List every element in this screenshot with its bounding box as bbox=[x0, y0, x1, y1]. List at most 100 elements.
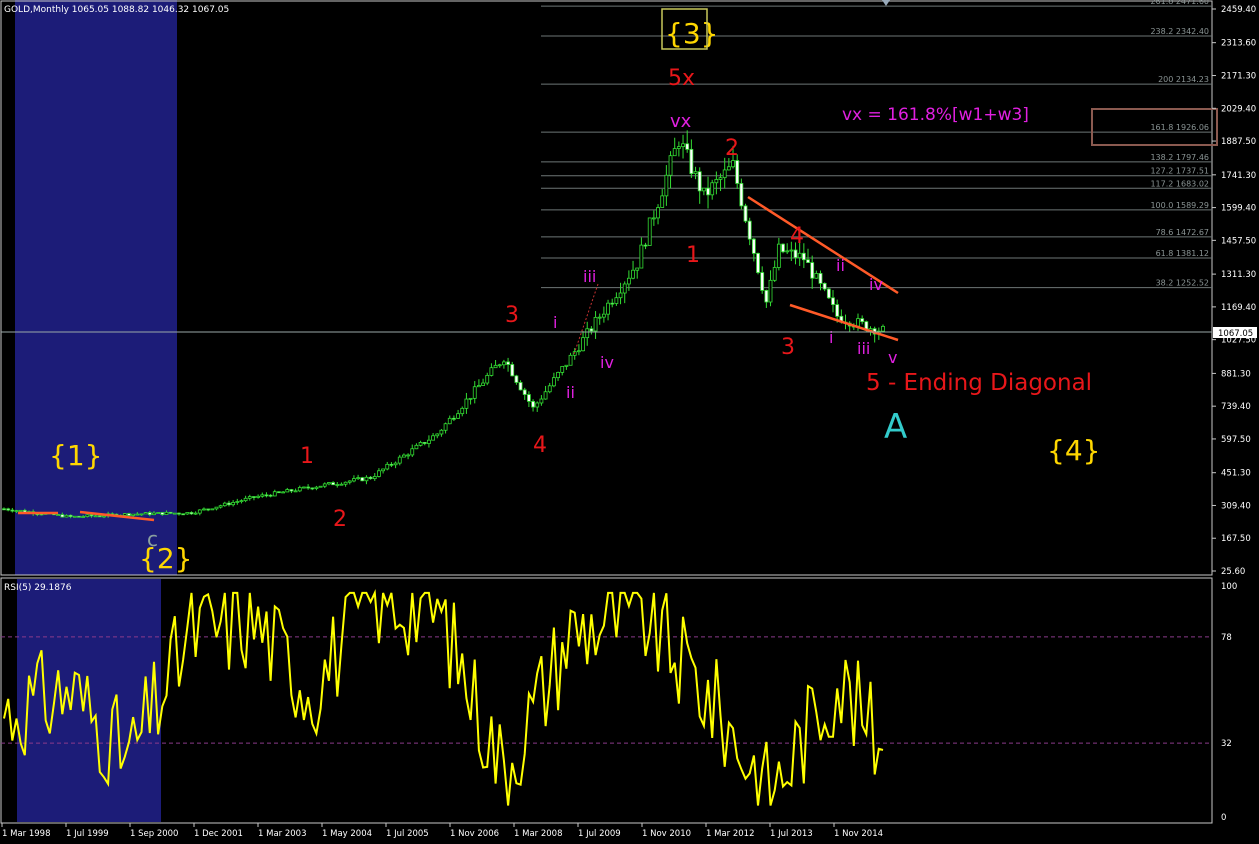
current-price-label: 1067.05 bbox=[1218, 329, 1253, 339]
candle-body bbox=[547, 385, 552, 393]
candle-body bbox=[93, 515, 98, 518]
candle-body bbox=[489, 367, 494, 376]
candle-body bbox=[493, 364, 498, 369]
wave-label: iv bbox=[600, 353, 614, 372]
candle-body bbox=[856, 318, 860, 327]
candle-body bbox=[352, 478, 356, 482]
candle-body bbox=[147, 512, 152, 516]
time-tick-label: 1 Jul 1999 bbox=[66, 829, 109, 839]
candle-body bbox=[172, 512, 177, 515]
candle-body bbox=[360, 477, 365, 482]
candle-body bbox=[185, 512, 190, 515]
candle-body bbox=[601, 313, 606, 318]
candle-body bbox=[197, 509, 202, 514]
candle-body bbox=[14, 510, 19, 512]
wave-label: iii bbox=[583, 267, 596, 286]
wave-label: 4 bbox=[533, 433, 547, 458]
candle-body bbox=[760, 272, 765, 291]
candle-body bbox=[331, 482, 336, 486]
candle-body bbox=[247, 496, 252, 499]
candle-body bbox=[535, 402, 540, 408]
candle-body bbox=[306, 486, 311, 489]
price-tick-label: 2313.60 bbox=[1221, 39, 1256, 49]
rsi-tick-label: 100 bbox=[1221, 582, 1237, 592]
time-tick-label: 1 Mar 1998 bbox=[2, 829, 50, 839]
wave-label: 1 bbox=[300, 444, 314, 469]
candle-body bbox=[156, 512, 161, 514]
candle-body bbox=[239, 500, 244, 503]
candle-body bbox=[314, 486, 319, 489]
candle-body bbox=[256, 495, 261, 498]
candle-body bbox=[618, 292, 623, 299]
candle-body bbox=[281, 491, 286, 494]
candle-body bbox=[685, 143, 690, 150]
candle-body bbox=[647, 217, 652, 246]
candle-body bbox=[268, 494, 273, 497]
candle-body bbox=[218, 505, 223, 508]
time-tick-label: 1 May 2004 bbox=[322, 829, 372, 839]
candle-body bbox=[202, 508, 206, 511]
fib-level-label: 127.2 1737.51 bbox=[1150, 167, 1209, 176]
time-tick-label: 1 Jul 2013 bbox=[770, 829, 813, 839]
candle-body bbox=[439, 429, 444, 435]
rsi-tick-label: 0 bbox=[1221, 813, 1226, 823]
candle-body bbox=[418, 442, 423, 446]
candle-body bbox=[97, 515, 102, 518]
candle-body bbox=[481, 382, 485, 386]
candle-body bbox=[672, 148, 677, 157]
price-tick-label: 167.50 bbox=[1221, 534, 1251, 544]
wave-label: {1} bbox=[49, 439, 102, 472]
candle-body bbox=[468, 397, 473, 400]
price-tick-label: 1741.30 bbox=[1221, 171, 1256, 181]
candle-body bbox=[293, 490, 298, 493]
chart-header: GOLD,Monthly 1065.05 1088.82 1046.32 106… bbox=[4, 5, 229, 15]
candle-body bbox=[835, 304, 840, 317]
candle-body bbox=[164, 511, 169, 515]
wave-label: {4} bbox=[1047, 434, 1100, 467]
candle-body bbox=[693, 171, 698, 174]
wave-label: i bbox=[829, 328, 833, 347]
candle-body bbox=[447, 417, 452, 425]
candle-body bbox=[264, 494, 269, 497]
candle-body bbox=[764, 290, 769, 303]
candle-body bbox=[597, 316, 602, 319]
candle-body bbox=[789, 249, 794, 252]
candle-body bbox=[356, 477, 360, 480]
wave-label: vx = 161.8%[w1+w3] bbox=[842, 105, 1029, 125]
candle-body bbox=[89, 514, 94, 517]
candle-body bbox=[556, 371, 560, 379]
candle-body bbox=[460, 407, 465, 415]
candle-body bbox=[551, 377, 556, 387]
candle-body bbox=[785, 250, 790, 253]
candle-body bbox=[431, 435, 435, 441]
candle-body bbox=[68, 514, 73, 517]
candle-body bbox=[272, 491, 277, 497]
wave-label: 3 bbox=[505, 303, 519, 328]
time-tick-label: 1 Mar 2008 bbox=[514, 829, 562, 839]
price-tick-label: 25.60 bbox=[1221, 567, 1245, 577]
candle-body bbox=[822, 282, 827, 290]
candle-body bbox=[676, 146, 681, 149]
candle-body bbox=[831, 297, 835, 305]
candle-body bbox=[681, 143, 685, 148]
candle-body bbox=[564, 364, 569, 367]
candle-body bbox=[776, 243, 781, 268]
candle-body bbox=[726, 166, 731, 171]
price-tick-label: 1457.50 bbox=[1221, 236, 1256, 246]
wave-label: 1 bbox=[686, 243, 700, 268]
candle-body bbox=[168, 511, 173, 514]
candle-body bbox=[568, 354, 573, 366]
candle-body bbox=[543, 391, 548, 400]
candle-body bbox=[560, 366, 565, 373]
candle-body bbox=[6, 508, 11, 511]
price-tick-label: 309.40 bbox=[1221, 501, 1251, 511]
candle-body bbox=[285, 489, 290, 493]
candle-body bbox=[2, 508, 6, 511]
time-tick-label: 1 Sep 2000 bbox=[130, 829, 178, 839]
candle-body bbox=[422, 442, 427, 444]
price-tick-label: 2171.30 bbox=[1221, 72, 1256, 82]
candle-body bbox=[393, 462, 398, 466]
candle-body bbox=[60, 514, 65, 518]
wave-label: iv bbox=[869, 275, 883, 294]
rsi-tick-label: 78 bbox=[1221, 633, 1232, 643]
